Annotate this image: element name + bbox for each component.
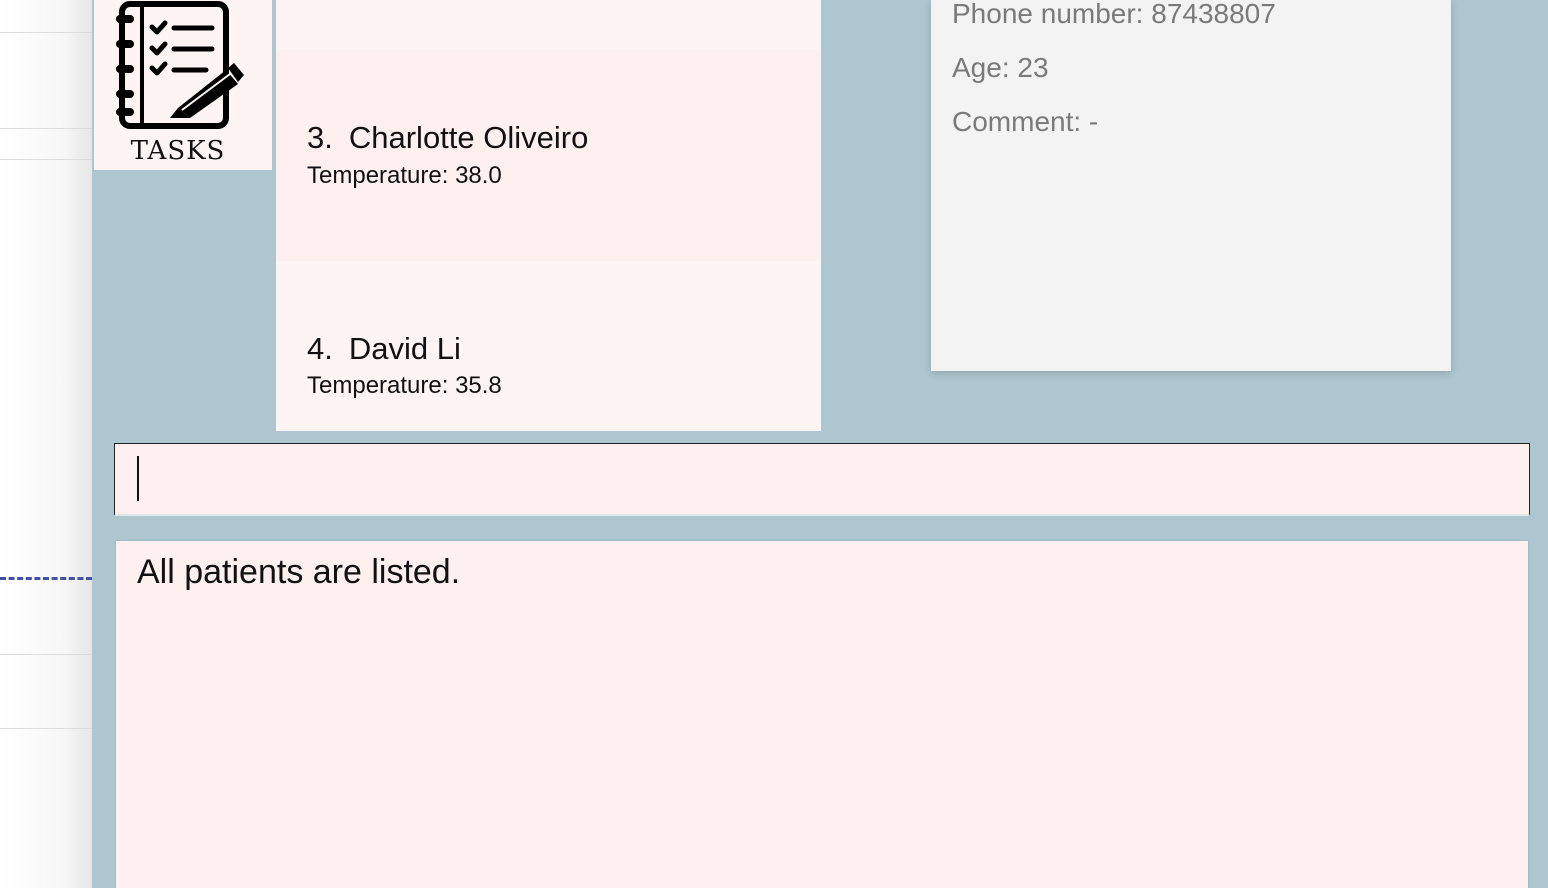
command-input[interactable] bbox=[115, 444, 1529, 514]
tasks-notebook-icon bbox=[116, 1, 244, 129]
tasks-button[interactable]: TASKS bbox=[94, 0, 272, 170]
background-window bbox=[0, 0, 92, 888]
divider bbox=[0, 32, 92, 33]
tasks-label: TASKS bbox=[130, 136, 226, 166]
phone-number: Phone number: 87438807 bbox=[952, 0, 1276, 29]
divider bbox=[0, 728, 92, 729]
divider bbox=[0, 654, 92, 655]
divider bbox=[0, 159, 92, 160]
patient-name-row: 3. Charlotte Oliveiro bbox=[307, 120, 588, 156]
divider bbox=[0, 128, 92, 129]
patient-card[interactable]: 3. Charlotte Oliveiro Temperature: 38.0 bbox=[276, 50, 821, 261]
text-cursor bbox=[137, 456, 139, 501]
comment: Comment: - bbox=[952, 106, 1099, 137]
dashed-line bbox=[0, 577, 92, 580]
patient-name: Charlotte Oliveiro bbox=[348, 120, 589, 155]
patient-name-row: 4. David Li bbox=[307, 331, 461, 367]
command-box[interactable] bbox=[114, 443, 1530, 516]
patient-temperature: Temperature: 35.8 bbox=[307, 372, 502, 399]
patient-name: David Li bbox=[348, 331, 461, 366]
patient-card[interactable]: 4. David Li Temperature: 35.8 bbox=[276, 261, 821, 431]
patient-list[interactable]: 3. Charlotte Oliveiro Temperature: 38.0 4… bbox=[276, 0, 821, 431]
age: Age: 23 bbox=[952, 52, 1049, 83]
patient-index: 4. bbox=[307, 331, 333, 366]
patient-card[interactable] bbox=[276, 0, 821, 50]
result-message: All patients are listed. bbox=[137, 553, 461, 591]
patient-temperature: Temperature: 38.0 bbox=[307, 162, 502, 189]
patient-index: 3. bbox=[307, 120, 333, 155]
patient-detail-panel: Phone number: 87438807 Age: 23 Comment: … bbox=[931, 0, 1451, 371]
result-display: All patients are listed. bbox=[116, 541, 1528, 888]
